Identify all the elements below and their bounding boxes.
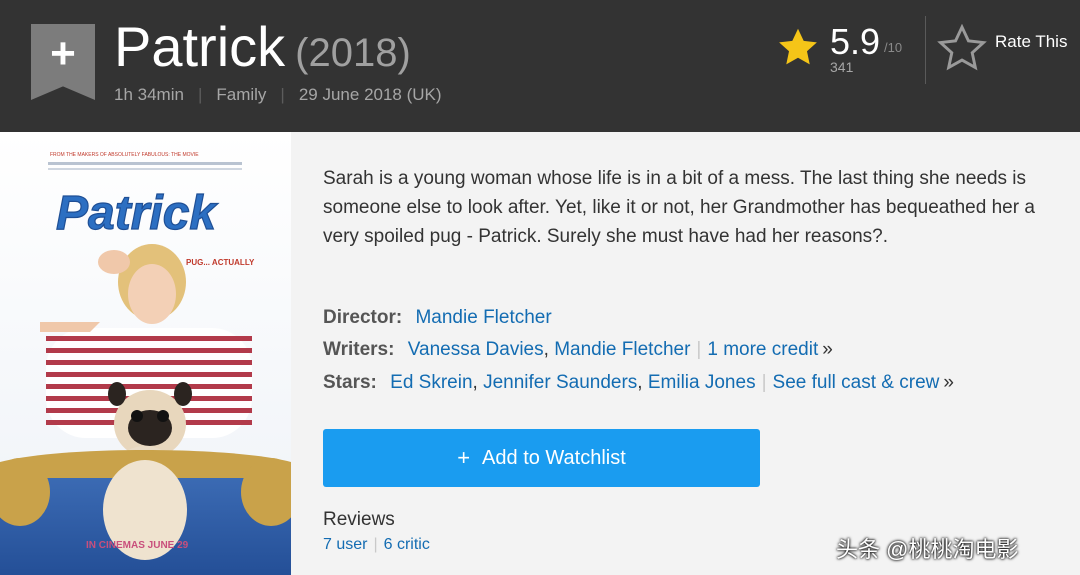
rating-scale: /10 [884,40,903,55]
writers-credit: Writers: Vanessa Davies, Mandie Fletcher… [323,339,833,360]
release-date-link[interactable]: 29 June 2018 (UK) [299,85,442,104]
poster-tagline: PUG... ACTUALLY [186,258,255,267]
runtime: 1h 34min [114,85,184,104]
title-header: + Patrick (2018) 1h 34min | Family | 29 June … [0,0,1080,132]
critic-reviews-link[interactable]: 6 critic [384,536,430,553]
full-cast-link[interactable]: See full cast & crew [773,372,940,393]
rating-value: 5.9 [830,21,881,62]
stars-credit: Stars: Ed Skrein, Jennifer Saunders, Emi… [323,372,954,393]
movie-poster[interactable]: FROM THE MAKERS OF ABSOLUTELY FABULOUS: … [0,132,291,575]
reviews-divider: | [373,536,378,553]
star-link[interactable]: Jennifer Saunders [483,372,637,393]
watchlist-label: Add to Watchlist [482,446,626,469]
watermark: 头条 @桃桃淘电影 [836,537,1019,562]
subtext-divider: | [280,85,285,104]
more-arrow-icon: » [822,339,833,360]
star-link[interactable]: Ed Skrein [390,372,472,393]
poster-top-line: FROM THE MAKERS OF ABSOLUTELY FABULOUS: … [50,152,199,158]
add-to-watchlist-button[interactable]: + Add to Watchlist [323,429,760,487]
imdb-rating: 5.9 /10 341 [776,22,916,82]
more-credit-link[interactable]: 1 more credit [707,339,818,360]
director-label: Director: [323,307,403,328]
movie-year: (2018) [295,31,411,75]
header-divider [925,16,926,84]
star-outline-icon [937,24,987,71]
rate-this-label: Rate This [995,32,1068,51]
stars-label: Stars: [323,372,377,393]
genre-link[interactable]: Family [216,85,266,104]
movie-title: Patrick [114,15,286,78]
poster-title: Patrick [56,187,218,240]
plus-icon: + [50,29,76,78]
writer-link[interactable]: Vanessa Davies [408,339,544,360]
reviews-heading: Reviews [323,509,395,530]
user-reviews-link[interactable]: 7 user [323,536,367,553]
title-overview: Sarah is a young woman whose life is in … [292,132,1080,575]
rate-this-button[interactable]: Rate This [937,24,1077,74]
director-link[interactable]: Mandie Fletcher [415,307,551,328]
more-arrow-icon: » [943,372,954,393]
writers-label: Writers: [323,339,395,360]
poster-bottom-line: IN CINEMAS JUNE 29 [86,540,189,551]
poster-image: FROM THE MAKERS OF ABSOLUTELY FABULOUS: … [0,132,291,575]
page-title: Patrick (2018) [114,14,411,86]
director-credit: Director: Mandie Fletcher [323,306,552,330]
credit-divider: | [696,339,702,360]
plot-summary: Sarah is a young woman whose life is in … [323,168,1035,247]
star-link[interactable]: Emilia Jones [648,372,756,393]
credit-divider: | [761,372,767,393]
title-subtext: 1h 34min | Family | 29 June 2018 (UK) [114,84,442,106]
rating-count[interactable]: 341 [830,59,853,75]
subtext-divider: | [197,85,203,104]
star-icon [779,28,817,65]
plus-icon: + [457,445,471,470]
writer-link[interactable]: Mandie Fletcher [554,339,690,360]
reviews-links: 7 user | 6 critic [323,536,430,554]
add-to-watchlist-ribbon[interactable]: + [31,24,95,100]
